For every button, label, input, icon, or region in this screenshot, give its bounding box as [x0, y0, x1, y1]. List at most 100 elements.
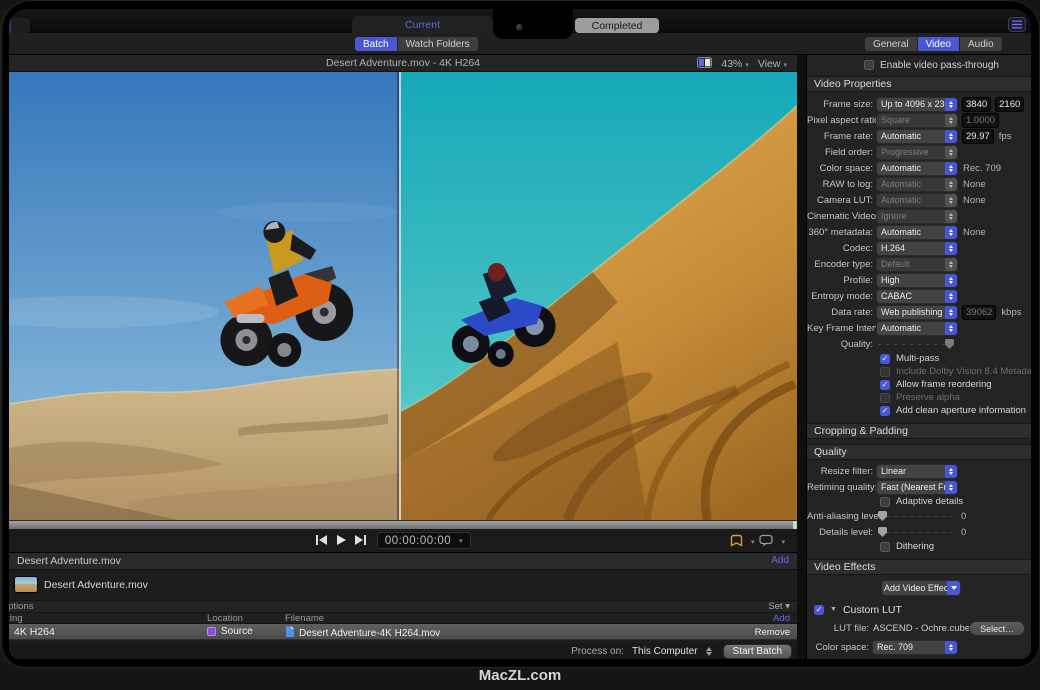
chevron-down-icon[interactable]: ▾ [781, 538, 785, 546]
dropdown-value: Automatic [877, 226, 945, 239]
stepper-icon[interactable] [706, 647, 712, 656]
add-video-effect-button[interactable]: Add Video Effect [882, 581, 960, 595]
field-label: Frame rate: [807, 131, 877, 142]
job-header: Desert Adventure.mov Add [9, 553, 797, 570]
zoom-menu[interactable]: 43%▾ [721, 58, 749, 70]
field-label: Color space: [807, 163, 877, 174]
annotation-icon[interactable] [759, 534, 773, 550]
value-field[interactable]: 3840 [963, 98, 990, 111]
stepper-icon [945, 130, 957, 143]
view-menu[interactable]: View▾ [758, 58, 787, 70]
split-view-icon[interactable] [697, 57, 712, 71]
tab-audio[interactable]: Audio [960, 37, 1002, 51]
dropdown[interactable]: Automatic [877, 226, 957, 239]
dropdown[interactable]: Linear [877, 465, 957, 478]
checkbox[interactable]: ✓ [880, 380, 890, 390]
property-row: Camera LUT:AutomaticNone [807, 192, 1031, 208]
stepper-icon [945, 226, 957, 239]
field-label: Pixel aspect ratio: [807, 115, 877, 126]
tab-current[interactable]: Current [352, 16, 493, 33]
disclosure-triangle-icon[interactable]: ▼ [830, 606, 837, 613]
tab-watch-folders[interactable]: Watch Folders [398, 37, 478, 51]
dropdown[interactable]: Web publishing [877, 306, 957, 319]
dropdown[interactable]: Automatic [877, 130, 957, 143]
tab-general[interactable]: General [865, 37, 917, 51]
value-field[interactable]: 2160 [996, 98, 1023, 111]
effect-color-space-dropdown[interactable]: Rec. 709 [873, 641, 957, 654]
location-source-icon [207, 627, 216, 636]
checkbox-row: ✓Allow frame reordering [807, 378, 1031, 391]
timecode-value: 00:00:00:00 [385, 535, 451, 547]
tab-completed[interactable]: Completed [575, 18, 659, 33]
field-label: Resize filter: [807, 466, 877, 477]
add-setting-link[interactable]: Add [773, 613, 790, 624]
field-label: Camera LUT: [807, 195, 877, 206]
dropdown[interactable]: Automatic [877, 322, 957, 335]
column-filename: Filename [285, 613, 324, 624]
dropdown[interactable]: High [877, 274, 957, 287]
remove-output-button[interactable]: Remove [755, 627, 790, 638]
property-row: RAW to log:AutomaticNone [807, 176, 1031, 192]
dropdown[interactable]: Automatic [877, 162, 957, 175]
captions-set-menu[interactable]: Set ▾ [768, 601, 790, 613]
dropdown[interactable]: Fast (Nearest Frame) [877, 481, 957, 494]
slider-thumb[interactable] [878, 527, 887, 537]
tab-batch[interactable]: Batch [355, 37, 397, 51]
field-label: RAW to log: [807, 179, 877, 190]
pass-through-label: Enable video pass-through [880, 60, 999, 71]
chevron-down-icon [947, 581, 960, 595]
slider[interactable] [877, 526, 955, 538]
property-row: Profile:High [807, 272, 1031, 288]
play-button[interactable] [335, 534, 347, 546]
slider[interactable] [877, 510, 955, 522]
timecode-field[interactable]: 00:00:00:00 ▾ [377, 532, 471, 549]
value-field: 1.0000 [963, 114, 998, 127]
add-output-link[interactable]: Add [771, 555, 789, 566]
marker-icon[interactable] [730, 534, 743, 550]
stepper-icon [945, 98, 957, 111]
output-row-selected[interactable]: 4K H264 Source Desert Adventure-4K H264.… [9, 624, 797, 640]
checkbox[interactable]: ✓ [880, 406, 890, 416]
select-lut-button[interactable]: Select… [970, 622, 1024, 635]
window-controls[interactable] [9, 18, 30, 33]
clip-thumbnail[interactable] [15, 577, 37, 592]
section-cropping-padding[interactable]: Cropping & Padding [807, 423, 1031, 439]
section-title: Video Effects [814, 561, 876, 573]
field-label: Anti-aliasing level: [807, 511, 877, 522]
timeline-scrubber[interactable] [9, 520, 797, 529]
dropdown[interactable]: CABAC [877, 290, 957, 303]
app-window: Current Completed Batch Watch Folders [9, 9, 1031, 659]
effect-checkbox[interactable]: ✓ [814, 605, 824, 615]
source-clip-row[interactable]: Desert Adventure.mov [9, 570, 797, 601]
slider-thumb[interactable] [878, 511, 887, 521]
property-row: Frame rate:Automatic29.97fps [807, 128, 1031, 144]
checkbox[interactable] [880, 542, 890, 552]
pane-divider [797, 55, 806, 659]
video-properties-checkboxes: ✓Multi-passInclude Dolby Vision 8.4 Meta… [807, 352, 1031, 417]
section-title: Quality [814, 446, 847, 458]
captions-label: Captions [9, 601, 34, 613]
column-setting: Setting [9, 613, 23, 624]
next-frame-button[interactable] [354, 535, 367, 545]
output-column-headers: Setting Location Filename Add [9, 613, 797, 624]
camera-icon [516, 24, 523, 31]
tab-video[interactable]: Video [918, 37, 959, 51]
section-video-effects: Video Effects [807, 559, 1031, 575]
dropdown: Square [877, 114, 957, 127]
field-label: Frame size: [807, 99, 877, 110]
start-batch-button[interactable]: Start Batch [724, 645, 791, 658]
chevron-down-icon[interactable]: ▾ [751, 538, 755, 546]
checkbox[interactable] [864, 60, 874, 70]
value-field[interactable]: 29.97 [963, 130, 993, 143]
checkbox[interactable]: ✓ [880, 354, 890, 364]
dropdown[interactable]: Up to 4096 x 2304 [877, 98, 957, 111]
slider-thumb [945, 339, 954, 349]
dropdown[interactable]: H.264 [877, 242, 957, 255]
dropdown: Ignore [877, 210, 957, 223]
preview-image[interactable] [9, 72, 797, 520]
previous-frame-button[interactable] [315, 535, 328, 545]
process-on-value[interactable]: This Computer [632, 646, 698, 657]
checkbox-row: Dithering [807, 540, 1031, 553]
field-label: Cinematic Video: [807, 211, 877, 222]
checkbox[interactable] [880, 497, 890, 507]
